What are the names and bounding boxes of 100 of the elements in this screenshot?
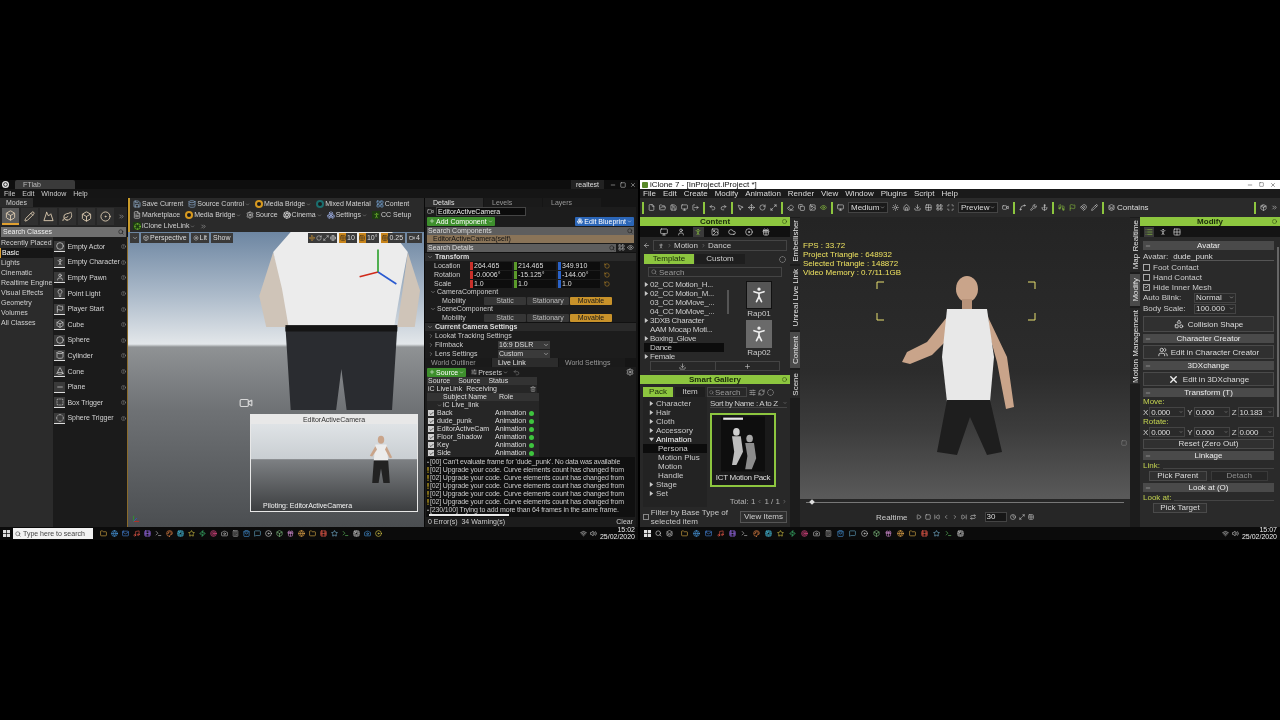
shopping-bag-icon[interactable] [837, 530, 844, 537]
gift-icon[interactable] [287, 530, 294, 537]
star-icon[interactable] [188, 530, 195, 537]
box-icon[interactable] [873, 530, 880, 537]
caret-down-icon[interactable] [1229, 306, 1234, 311]
exit-arrow-icon[interactable] [692, 204, 699, 211]
tree-item[interactable]: Dance [644, 343, 724, 352]
tree-item[interactable]: Motion [643, 462, 707, 471]
pick-target-button[interactable]: Pick Target [1153, 503, 1207, 513]
sort-dropdown[interactable]: Sort by Name : A to Z [710, 399, 787, 408]
mail-icon[interactable] [705, 530, 712, 537]
side-tab[interactable]: Motion Management [1130, 308, 1140, 384]
menu-item[interactable]: Plugins [880, 189, 907, 198]
disc-icon[interactable] [375, 530, 382, 537]
tab[interactable]: Template [644, 254, 694, 264]
mode-tab[interactable] [78, 208, 95, 225]
tree-item[interactable]: 02_CC Motion_H... [644, 280, 724, 289]
sun-icon[interactable] [892, 204, 899, 211]
home-icon[interactable] [903, 204, 910, 211]
globe-icon[interactable] [693, 530, 700, 537]
tree-item[interactable]: Character [643, 399, 707, 408]
help-icon[interactable] [120, 415, 126, 421]
film-icon[interactable] [320, 530, 327, 537]
film-icon[interactable] [144, 530, 151, 537]
tree-item[interactable]: Handle [643, 471, 707, 480]
mode-tab[interactable] [21, 208, 38, 225]
sliders-icon[interactable] [749, 388, 756, 396]
rotate-icon[interactable] [759, 204, 766, 211]
modify-tab[interactable] [1172, 226, 1182, 237]
disc-icon[interactable] [265, 530, 272, 537]
help-icon[interactable] [120, 259, 126, 265]
help-icon[interactable] [120, 400, 126, 406]
play-icon[interactable] [915, 514, 922, 520]
side-tab[interactable]: Map Realtime [1130, 218, 1140, 272]
menu-item[interactable]: Script [914, 189, 935, 198]
chevrons-icon[interactable] [200, 222, 208, 230]
section-bar[interactable]: Avatar [1143, 241, 1274, 250]
tab[interactable]: Custom [695, 254, 745, 264]
layers-icon[interactable] [666, 530, 673, 537]
checkbox[interactable] [1143, 283, 1150, 291]
save-icon[interactable] [670, 204, 677, 211]
counterclockwise-arrow-icon[interactable] [604, 262, 610, 269]
monitor-icon[interactable] [837, 204, 844, 211]
breadcrumb-item[interactable]: Motion [674, 241, 698, 250]
copy-icon[interactable] [798, 204, 805, 211]
palette-icon[interactable] [753, 530, 760, 537]
shopping-bag-icon[interactable] [243, 530, 250, 537]
video-camera-icon[interactable] [1002, 204, 1009, 211]
figure-thumbnail-icon[interactable] [746, 281, 772, 309]
folder-icon[interactable] [309, 530, 316, 537]
folder-icon[interactable] [659, 204, 666, 211]
terminal-icon[interactable] [741, 530, 748, 537]
mode-tab[interactable] [2, 208, 19, 225]
flag-icon[interactable] [1069, 204, 1076, 211]
undo-icon[interactable] [512, 368, 520, 376]
edit-character-creator-button[interactable]: Edit in Character Creator [1143, 345, 1274, 359]
reset-button[interactable]: Reset (Zero Out) [1143, 439, 1274, 449]
dashed-circle-icon[interactable] [767, 388, 774, 396]
back-arrow-icon[interactable] [643, 242, 650, 249]
camera-icon[interactable] [221, 530, 228, 537]
grid-icon[interactable] [1027, 514, 1034, 520]
zap-icon[interactable] [199, 530, 206, 537]
diagonal-arrows-icon[interactable] [770, 204, 777, 211]
tree-item[interactable]: Animation [643, 435, 707, 444]
help-icon[interactable] [120, 384, 126, 390]
cpu-icon[interactable] [765, 530, 772, 537]
tree-item[interactable]: AAM Mocap Moti... [644, 325, 724, 334]
number-field[interactable]: 0.000 [1149, 407, 1186, 417]
menu-item[interactable]: Edit [662, 189, 677, 198]
footprints-icon[interactable] [1058, 204, 1065, 211]
tree-item[interactable]: Hair [643, 408, 707, 417]
checkbox[interactable] [428, 426, 434, 432]
tree-item[interactable]: Persona [643, 444, 707, 453]
help-icon[interactable] [120, 275, 126, 281]
number-field[interactable]: 0.000 [1193, 427, 1230, 437]
timeline-thumb[interactable] [809, 499, 816, 505]
cpu-icon[interactable] [353, 530, 360, 537]
music-icon[interactable] [133, 530, 140, 537]
mode-tab[interactable] [59, 208, 76, 225]
package-icon[interactable] [1260, 204, 1267, 211]
file-icon[interactable] [648, 204, 655, 211]
view-options-button[interactable] [130, 233, 139, 243]
wrench-icon[interactable] [1030, 204, 1037, 211]
view-items-button[interactable]: View Items [740, 510, 787, 523]
number-field[interactable]: 0.000 [1149, 427, 1186, 437]
mode-tab[interactable] [97, 208, 114, 225]
menu-item[interactable]: Create [683, 189, 708, 198]
section-bar[interactable]: Linkage [1143, 451, 1274, 460]
collision-shape-button[interactable]: Collision Shape [1143, 316, 1274, 332]
tree-item[interactable]: 02_CC Motion_M... [644, 289, 724, 298]
checkbox[interactable] [428, 450, 434, 456]
section-bar[interactable]: Look at (O) [1143, 483, 1274, 492]
rotate-icon[interactable] [316, 235, 323, 241]
image-icon[interactable] [809, 204, 816, 211]
help-icon[interactable] [120, 369, 126, 375]
terminal-icon[interactable] [155, 530, 162, 537]
globe-icon[interactable] [897, 530, 904, 537]
folder-icon[interactable] [909, 530, 916, 537]
trash-icon[interactable] [530, 386, 536, 392]
section-bar[interactable]: Character Creator [1143, 334, 1274, 343]
